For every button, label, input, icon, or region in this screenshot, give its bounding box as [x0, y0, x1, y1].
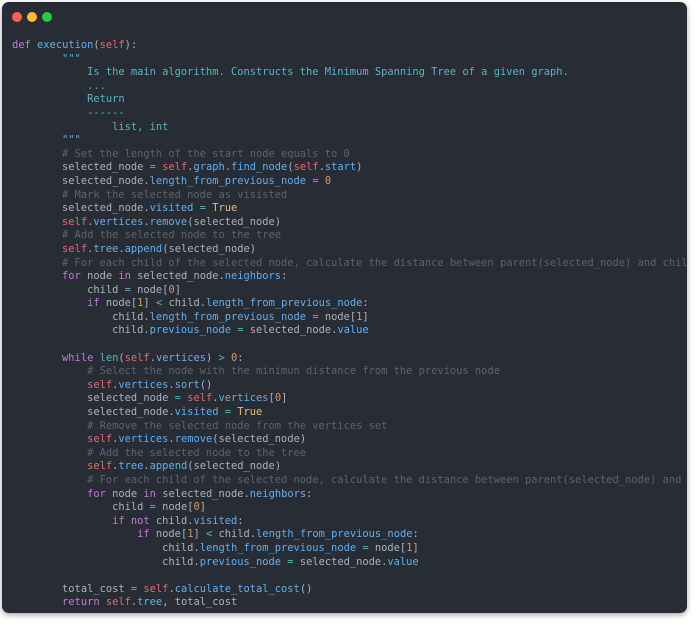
code-line: total_cost = self.calculate_total_cost() [62, 582, 313, 595]
code-line: if node[1] < child.length_from_previous_… [87, 297, 369, 310]
code-line: self.tree.append(selected_node) [62, 242, 257, 255]
code-line: selected_node = self.vertices[0] [87, 392, 288, 405]
code-line: if not child.visited: [112, 514, 244, 527]
code-line: selected_node.length_from_previous_node … [62, 174, 332, 187]
code-line: # Remove the selected node from the vert… [87, 419, 388, 432]
code-block: def execution(self): """ Is the main alg… [12, 39, 687, 610]
code-line: # Mark the selected node as visisted [62, 188, 288, 201]
code-line: # Add the selected node to the tree [62, 229, 281, 242]
code-line: list, int [12, 120, 169, 133]
code-line: ------ [12, 106, 125, 119]
window-titlebar [2, 2, 687, 32]
code-line: for node in selected_node.neighbors: [87, 487, 313, 500]
code-line: for node in selected_node.neighbors: [62, 270, 288, 283]
code-line: self.tree.append(selected_node) [87, 460, 282, 473]
code-line: def execution(self): [12, 39, 138, 51]
code-line: # Add the selected node to the tree [87, 446, 307, 459]
code-line: selected_node.visited = True [87, 406, 263, 419]
code-line: # For each child of the selected node, c… [62, 256, 687, 269]
code-line: selected_node.visited = True [62, 202, 238, 215]
code-line: # Select the node with the minimun dista… [87, 365, 500, 378]
code-line: Is the main algorithm. Constructs the Mi… [12, 66, 569, 79]
code-line: ​ [12, 569, 687, 583]
code-line: self.vertices.remove(selected_node) [62, 215, 282, 228]
code-line: selected_node = self.graph.find_node(sel… [62, 161, 363, 174]
code-line: ​ [12, 338, 687, 352]
code-line: child.length_from_previous_node = node[1… [162, 541, 419, 554]
code-line: child.previous_node = selected_node.valu… [162, 555, 419, 568]
code-line: """ [12, 134, 81, 147]
code-line: child = node[0] [87, 283, 181, 296]
minimize-icon[interactable] [27, 12, 37, 22]
code-line: child.previous_node = selected_node.valu… [112, 324, 369, 337]
code-line: child.length_from_previous_node = node[1… [112, 310, 369, 323]
code-window: def execution(self): """ Is the main alg… [2, 2, 687, 613]
code-line: ... [12, 79, 106, 92]
code-line: if node[1] < child.length_from_previous_… [137, 528, 419, 541]
code-line: child = node[0] [112, 501, 206, 514]
code-line: self.vertices.remove(selected_node) [87, 433, 307, 446]
maximize-icon[interactable] [42, 12, 52, 22]
code-line: # Set the length of the start node equal… [62, 147, 350, 160]
code-line: while len(self.vertices) > 0: [62, 351, 244, 364]
code-line: self.vertices.sort() [87, 378, 213, 391]
code-line: # For each child of the selected node, c… [87, 474, 682, 486]
code-line: """ [12, 52, 81, 65]
close-icon[interactable] [12, 12, 22, 22]
code-line: return self.tree, total_cost [62, 596, 238, 609]
code-line: Return [12, 93, 125, 106]
